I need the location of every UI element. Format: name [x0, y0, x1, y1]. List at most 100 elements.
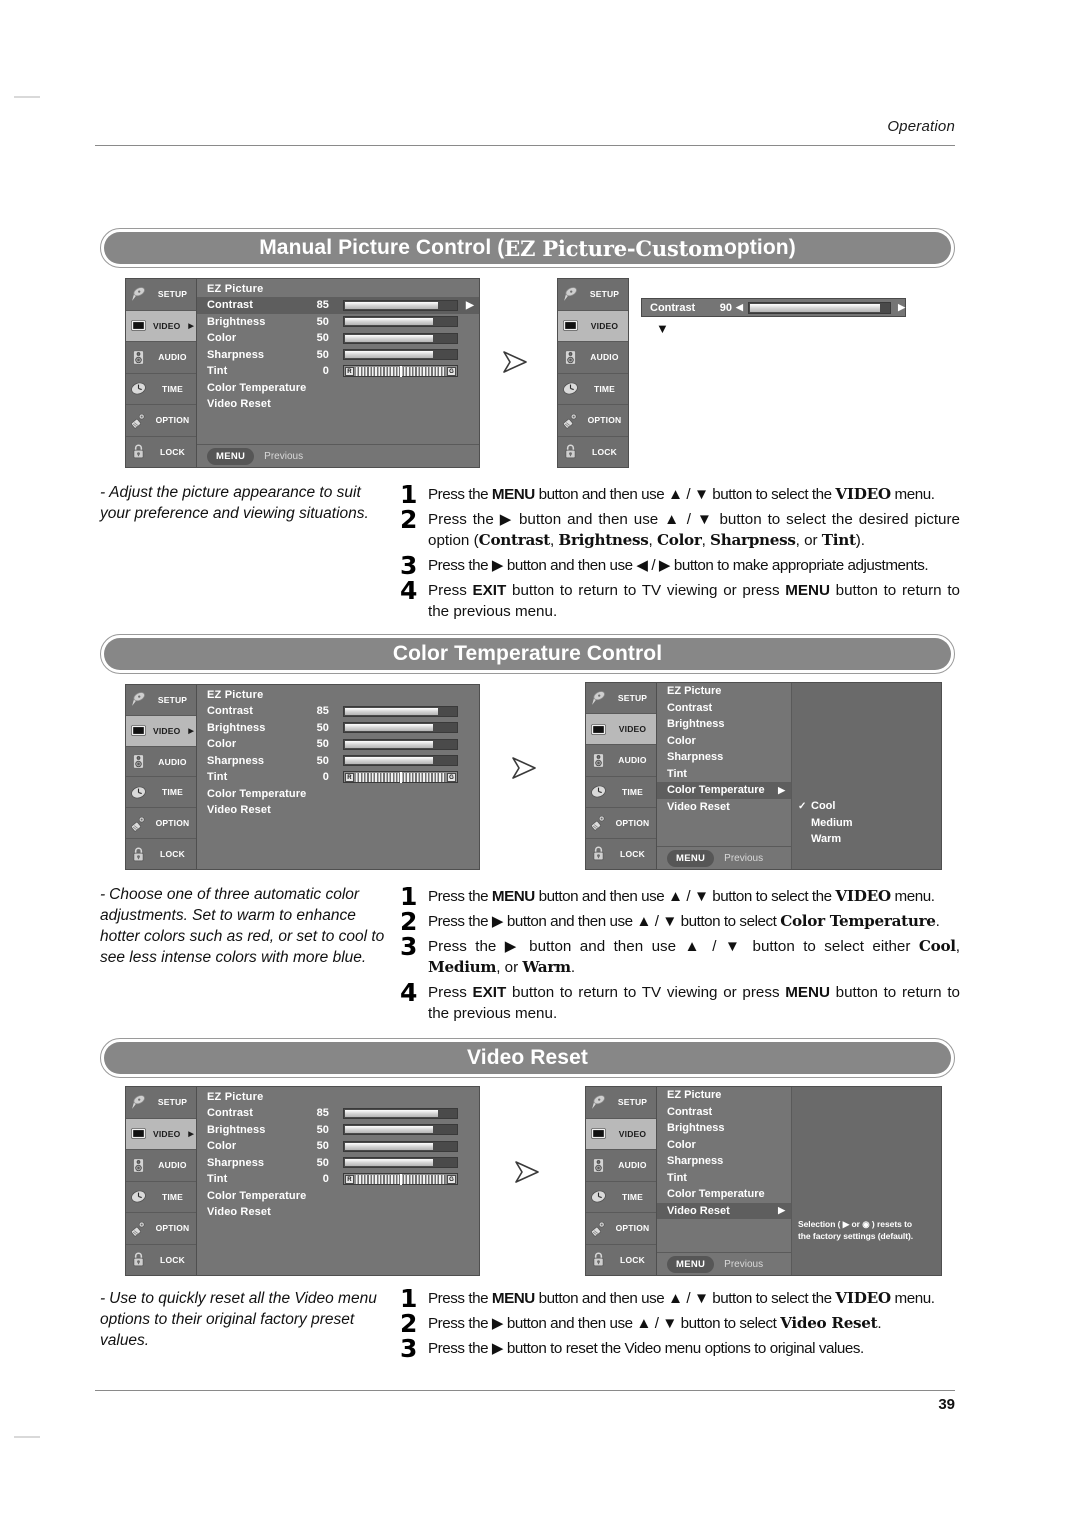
sidebar-item-audio[interactable]: AUDIO — [558, 342, 628, 374]
sidebar-item-option[interactable]: OPTION — [126, 405, 196, 437]
menu-button[interactable]: MENU — [207, 447, 255, 465]
osd-row-tint[interactable]: Tint 0 R G — [197, 769, 479, 786]
sidebar-item-time[interactable]: TIME — [586, 1181, 656, 1213]
osd-row-video-reset[interactable]: Video Reset — [197, 802, 479, 819]
sidebar-item-time[interactable]: TIME — [558, 373, 628, 405]
tint-slider[interactable]: R G — [343, 1173, 458, 1186]
arrow-right-icon[interactable]: ▶ — [898, 302, 905, 313]
row-slider[interactable] — [343, 1140, 458, 1152]
osd-row-ez-picture[interactable]: EZ Picture — [657, 1087, 791, 1104]
osd-row-brightness[interactable]: Brightness — [657, 716, 791, 733]
row-slider[interactable] — [343, 332, 458, 344]
row-slider[interactable] — [343, 349, 458, 361]
submenu-option-warm[interactable]: Warm — [792, 831, 941, 848]
menu-button[interactable]: MENU — [667, 849, 715, 867]
sidebar-item-setup[interactable]: SETUP — [558, 279, 628, 311]
sidebar-item-setup[interactable]: SETUP — [586, 1087, 656, 1119]
sidebar-item-audio[interactable]: AUDIO — [586, 745, 656, 777]
sidebar-item-lock[interactable]: LOCK — [126, 839, 196, 869]
osd-row-tint[interactable]: Tint — [657, 766, 791, 783]
osd-row-contrast[interactable]: Contrast — [657, 700, 791, 717]
osd-row-contrast[interactable]: Contrast 85 ▶ — [197, 297, 479, 314]
osd-row-color-temperature[interactable]: Color Temperature — [657, 1186, 791, 1203]
sidebar-item-lock[interactable]: LOCK — [586, 838, 656, 870]
sidebar-item-video[interactable]: VIDEO — [558, 310, 628, 342]
row-slider[interactable] — [343, 1157, 458, 1169]
sidebar-item-time[interactable]: TIME — [586, 776, 656, 808]
submenu-option-cool[interactable]: ✓ Cool — [792, 798, 941, 815]
osd-row-video-reset[interactable]: Video Reset — [197, 396, 479, 413]
osd-row-contrast[interactable]: Contrast 85 — [197, 1105, 479, 1122]
row-slider[interactable] — [343, 722, 458, 734]
sidebar-item-option[interactable]: OPTION — [126, 1213, 196, 1245]
sidebar-item-audio[interactable]: AUDIO — [126, 746, 196, 778]
osd-row-sharpness[interactable]: Sharpness — [657, 1153, 791, 1170]
sidebar-item-video[interactable]: VIDEO ▶ — [126, 715, 196, 747]
sidebar-item-time[interactable]: TIME — [126, 373, 196, 405]
sidebar-item-option[interactable]: OPTION — [126, 808, 196, 840]
osd-row-contrast[interactable]: Contrast 85 — [197, 703, 479, 720]
osd-row-brightness[interactable]: Brightness 50 — [197, 1122, 479, 1139]
osd-row-video-reset[interactable]: Video Reset — [197, 1204, 479, 1221]
sidebar-item-label: LOCK — [620, 848, 645, 859]
osd-row-video-reset[interactable]: Video Reset ▶ — [657, 1202, 791, 1219]
sidebar-item-lock[interactable]: LOCK — [558, 436, 628, 467]
sidebar-item-audio[interactable]: AUDIO — [586, 1150, 656, 1182]
sidebar-item-time[interactable]: TIME — [126, 777, 196, 809]
osd-row-color[interactable]: Color 50 — [197, 1138, 479, 1155]
osd-rows: Contrast 85 Brightness 50 Color 50 Sharp… — [197, 1105, 479, 1275]
sidebar-item-setup[interactable]: SETUP — [586, 683, 656, 715]
sidebar-item-time[interactable]: TIME — [126, 1181, 196, 1213]
sidebar-item-video[interactable]: VIDEO — [586, 1118, 656, 1150]
tint-slider[interactable]: R G — [343, 771, 458, 784]
osd-row-brightness[interactable]: Brightness — [657, 1120, 791, 1137]
sidebar-item-video[interactable]: VIDEO ▶ — [126, 1118, 196, 1150]
osd-row-sharpness[interactable]: Sharpness 50 — [197, 347, 479, 364]
row-slider[interactable] — [343, 755, 458, 767]
osd-row-tint[interactable]: Tint — [657, 1170, 791, 1187]
osd-row-sharpness[interactable]: Sharpness — [657, 749, 791, 766]
sidebar-item-option[interactable]: OPTION — [558, 405, 628, 437]
osd-row-sharpness[interactable]: Sharpness 50 — [197, 753, 479, 770]
menu-button[interactable]: MENU — [667, 1255, 715, 1273]
osd-row-tint[interactable]: Tint 0 R G — [197, 1171, 479, 1188]
osd-row-color[interactable]: Color — [657, 1137, 791, 1154]
osd-row-tint[interactable]: Tint 0 R G — [197, 363, 479, 380]
sidebar-item-audio[interactable]: AUDIO — [126, 342, 196, 374]
row-slider[interactable] — [343, 299, 458, 311]
sidebar-item-audio[interactable]: AUDIO — [126, 1150, 196, 1182]
contrast-adjust-bar[interactable]: Contrast 90 ◀ ▶ — [641, 298, 906, 317]
osd-row-color-temperature[interactable]: Color Temperature — [197, 380, 479, 397]
osd-row-color-temperature[interactable]: Color Temperature — [197, 786, 479, 803]
osd-row-color[interactable]: Color 50 — [197, 330, 479, 347]
sidebar-item-option[interactable]: OPTION — [586, 807, 656, 839]
row-slider[interactable] — [343, 738, 458, 750]
sidebar-item-lock[interactable]: LOCK — [126, 1244, 196, 1275]
row-slider[interactable] — [343, 705, 458, 717]
osd-row-color-temperature[interactable]: Color Temperature ▶ — [657, 782, 791, 799]
row-slider[interactable] — [343, 1107, 458, 1119]
sidebar-item-video[interactable]: VIDEO ▶ — [126, 310, 196, 342]
row-slider[interactable] — [747, 301, 892, 314]
osd-row-contrast[interactable]: Contrast — [657, 1104, 791, 1121]
osd-row-brightness[interactable]: Brightness 50 — [197, 720, 479, 737]
sidebar-item-option[interactable]: OPTION — [586, 1213, 656, 1245]
sidebar-item-setup[interactable]: SETUP — [126, 1087, 196, 1119]
osd-row-brightness[interactable]: Brightness 50 — [197, 314, 479, 331]
sidebar-item-lock[interactable]: LOCK — [126, 436, 196, 467]
sidebar-item-setup[interactable]: SETUP — [126, 685, 196, 716]
sidebar-item-setup[interactable]: SETUP — [126, 279, 196, 311]
tint-slider[interactable]: R G — [343, 365, 458, 378]
osd-row-video-reset[interactable]: Video Reset — [657, 799, 791, 816]
osd-row-ez-picture[interactable]: EZ Picture — [657, 683, 791, 700]
osd-row-color[interactable]: Color — [657, 733, 791, 750]
sidebar-item-video[interactable]: VIDEO — [586, 714, 656, 746]
row-slider[interactable] — [343, 316, 458, 328]
osd-row-color-temperature[interactable]: Color Temperature — [197, 1188, 479, 1205]
arrow-left-icon[interactable]: ◀ — [736, 302, 743, 313]
row-slider[interactable] — [343, 1124, 458, 1136]
submenu-option-medium[interactable]: Medium — [792, 815, 941, 832]
osd-row-sharpness[interactable]: Sharpness 50 — [197, 1155, 479, 1172]
osd-row-color[interactable]: Color 50 — [197, 736, 479, 753]
sidebar-item-lock[interactable]: LOCK — [586, 1244, 656, 1275]
